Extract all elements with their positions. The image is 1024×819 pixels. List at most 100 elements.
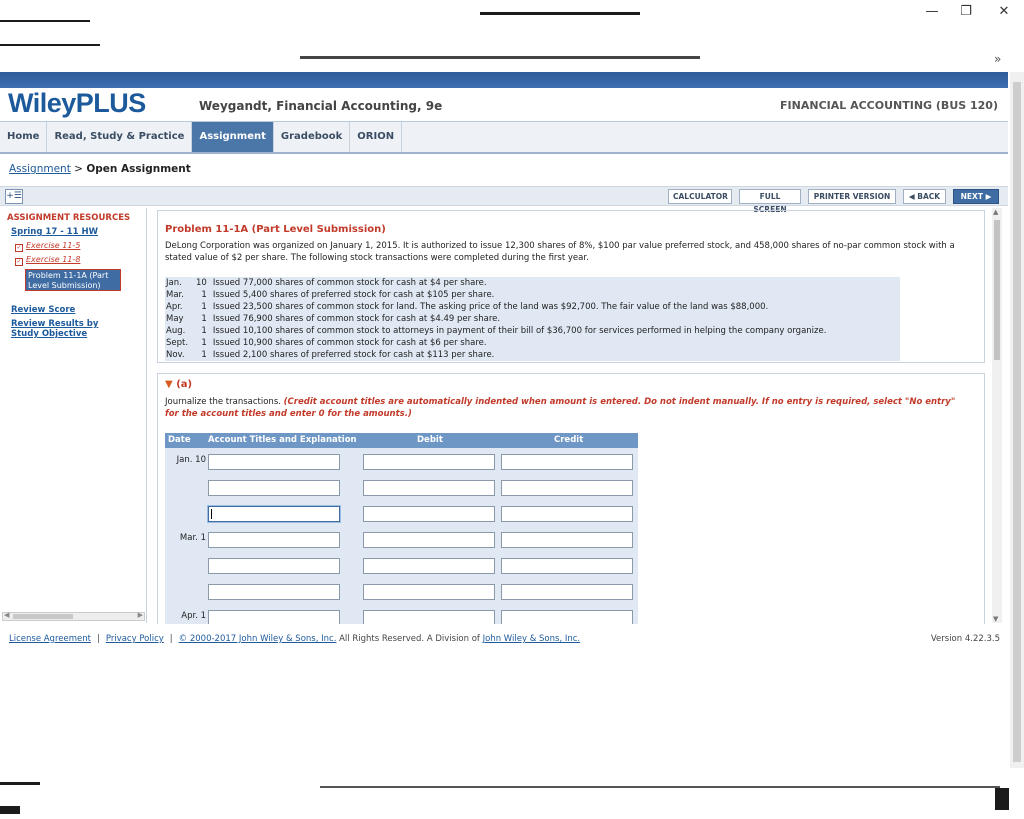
col-credit: Credit	[554, 435, 584, 445]
wileyplus-logo[interactable]: WileyPLUS	[8, 88, 146, 118]
tx-month: May	[166, 314, 184, 324]
page: WileyPLUS Weygandt, Financial Accounting…	[0, 88, 1008, 768]
privacy-policy-link[interactable]: Privacy Policy	[106, 634, 164, 644]
debit-field[interactable]	[363, 506, 495, 522]
sidebar-item-exercise-11-8[interactable]: ✓ Exercise 11-8	[15, 255, 80, 266]
sidebar-horizontal-scrollbar[interactable]: ◀ ▶	[2, 611, 145, 621]
debit-field[interactable]	[363, 532, 495, 548]
problem-title: Problem 11-1A (Part Level Submission)	[165, 224, 386, 235]
breadcrumb-assignment-link[interactable]: Assignment	[9, 163, 71, 175]
account-title-field[interactable]	[208, 532, 340, 548]
journal-row	[165, 552, 638, 578]
journal-row	[165, 474, 638, 500]
col-account-titles: Account Titles and Explanation	[208, 435, 357, 445]
scroll-left-icon[interactable]: ◀	[4, 611, 9, 619]
assignment-toolbar: +☰ CALCULATOR FULL SCREEN PRINTER VERSIO…	[0, 186, 1008, 214]
debit-field[interactable]	[363, 480, 495, 496]
journal-row	[165, 578, 638, 604]
account-title-field[interactable]	[208, 610, 340, 624]
account-title-field[interactable]	[208, 558, 340, 574]
scrollbar-thumb[interactable]	[994, 220, 1000, 360]
credit-field[interactable]	[501, 454, 633, 470]
instruction-text: Journalize the transactions.	[165, 397, 281, 407]
tab-home[interactable]: Home	[0, 122, 48, 152]
tx-text: Issued 10,100 shares of common stock to …	[212, 326, 827, 336]
tx-month: Apr.	[166, 302, 183, 312]
journal-row: Apr. 1	[165, 604, 638, 624]
content-vertical-scrollbar[interactable]: ▲ ▼	[992, 208, 1002, 623]
tab-read-study-practice[interactable]: Read, Study & Practice	[47, 122, 193, 152]
overflow-chevron-icon[interactable]: »	[994, 52, 1001, 66]
breadcrumb-separator: >	[74, 163, 83, 175]
next-button[interactable]: NEXT ▶	[953, 189, 999, 204]
table-row: May 1 Issued 76,900 shares of common stock…	[165, 313, 900, 325]
printer-version-button[interactable]: PRINTER VERSION	[808, 189, 896, 204]
course-code: FINANCIAL ACCOUNTING (BUS 120)	[780, 99, 998, 112]
footer: License Agreement | Privacy Policy | © 2000-…	[9, 634, 580, 644]
restore-icon[interactable]: ❐	[952, 2, 980, 22]
debit-field[interactable]	[363, 610, 495, 624]
tab-orion[interactable]: ORION	[350, 122, 403, 152]
rights-text: All Rights Reserved. A Division of	[339, 634, 480, 644]
account-title-field[interactable]	[208, 480, 340, 496]
tx-text: Issued 76,900 shares of common stock for…	[212, 314, 501, 324]
tx-text: Issued 77,000 shares of common stock for…	[212, 278, 487, 288]
journal-row: Mar. 1	[165, 526, 638, 552]
license-agreement-link[interactable]: License Agreement	[9, 634, 91, 644]
scroll-up-icon[interactable]: ▲	[993, 208, 998, 216]
credit-field[interactable]	[501, 532, 633, 548]
journal-header-row: Date Account Titles and Explanation Debi…	[165, 433, 638, 448]
expand-sidebar-icon[interactable]: +☰	[5, 189, 23, 204]
tx-day: 1	[201, 350, 207, 360]
debit-field[interactable]	[363, 558, 495, 574]
title-smear	[480, 12, 640, 15]
credit-field[interactable]	[501, 584, 633, 600]
account-title-field[interactable]	[208, 506, 340, 522]
credit-field[interactable]	[501, 610, 633, 624]
tab-assignment[interactable]: Assignment	[192, 122, 274, 152]
scroll-right-icon[interactable]: ▶	[138, 611, 143, 619]
scroll-down-icon[interactable]: ▼	[993, 615, 998, 623]
assignment-resources-sidebar: ASSIGNMENT RESOURCES Spring 17 - 11 HW ✓…	[0, 208, 147, 623]
close-icon[interactable]: ✕	[990, 2, 1018, 22]
sidebar-title: ASSIGNMENT RESOURCES	[7, 213, 131, 223]
review-results-link[interactable]: Review Results by Study Objective	[11, 319, 121, 339]
debit-field[interactable]	[363, 584, 495, 600]
copyright-link[interactable]: © 2000-2017 John Wiley & Sons, Inc.	[179, 634, 337, 644]
footer-separator: |	[96, 634, 100, 644]
credit-field[interactable]	[501, 506, 633, 522]
scrollbar-thumb[interactable]	[1013, 82, 1021, 762]
company-link[interactable]: John Wiley & Sons, Inc.	[483, 634, 581, 644]
back-button[interactable]: ◀ BACK	[903, 189, 946, 204]
tab-gradebook[interactable]: Gradebook	[274, 122, 351, 152]
collapse-triangle-icon[interactable]: ▼	[165, 379, 173, 390]
account-title-field[interactable]	[208, 454, 340, 470]
full-screen-button[interactable]: FULL SCREEN	[739, 189, 801, 214]
browser-vertical-scrollbar[interactable]	[1010, 72, 1024, 784]
tx-month: Aug.	[166, 326, 186, 336]
credit-field[interactable]	[501, 558, 633, 574]
sidebar-item-current-problem[interactable]: Problem 11-1A (Part Level Submission)	[25, 269, 121, 291]
taskbar-smear	[995, 788, 1009, 810]
tx-month: Jan.	[166, 278, 182, 288]
credit-field[interactable]	[501, 480, 633, 496]
problem-card: Problem 11-1A (Part Level Submission) De…	[157, 210, 985, 363]
part-a-instructions: Journalize the transactions. (Credit acc…	[165, 396, 965, 420]
review-score-link[interactable]: Review Score	[11, 305, 75, 315]
table-row: Jan. 10 Issued 77,000 shares of common sto…	[165, 277, 900, 289]
breadcrumb: Assignment > Open Assignment	[9, 163, 191, 175]
tx-day: 1	[201, 302, 207, 312]
calculator-button[interactable]: CALCULATOR	[668, 189, 732, 204]
debit-field[interactable]	[363, 454, 495, 470]
tx-month: Mar.	[166, 290, 184, 300]
part-a-header[interactable]: ▼ (a)	[165, 379, 192, 390]
tx-text: Issued 2,100 shares of preferred stock f…	[212, 350, 495, 360]
minimize-icon[interactable]: —	[918, 2, 946, 22]
scrollbar-thumb[interactable]	[13, 614, 73, 619]
assignment-link[interactable]: Spring 17 - 11 HW	[11, 227, 98, 237]
tx-day: 1	[201, 326, 207, 336]
account-title-field[interactable]	[208, 584, 340, 600]
entry-date: Mar. 1	[179, 533, 206, 543]
sidebar-item-exercise-11-5[interactable]: ✓ Exercise 11-5	[15, 241, 80, 252]
breadcrumb-current: Open Assignment	[86, 163, 191, 175]
